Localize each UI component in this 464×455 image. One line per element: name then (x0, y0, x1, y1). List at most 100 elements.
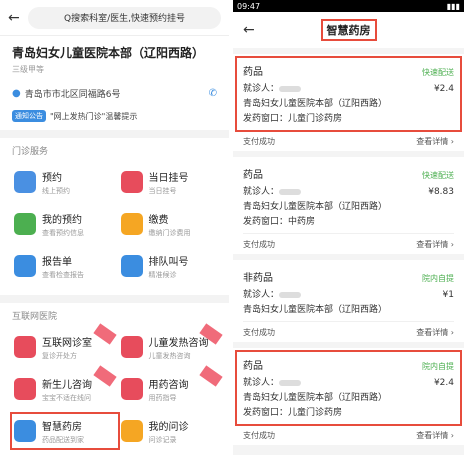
search-input[interactable]: Q搜索科室/医生,快速预约挂号 (28, 6, 221, 29)
pharmacy-orders-panel: 09:47 ▮▮▮ ← 智慧药房 药品 快速配送 就诊人： ¥2.4 青岛妇女儿童医院本… (233, 0, 464, 455)
order-card[interactable]: 药品 快速配送 就诊人： ¥2.4 青岛妇女儿童医院本部（辽阳西路） 发药窗口：儿童门诊药… (233, 54, 464, 151)
top-bar: ← Q搜索科室/医生,快速预约挂号 (0, 0, 229, 36)
service-item[interactable]: 我的问诊 问诊记录 (115, 410, 222, 452)
notice-text: "网上发热门诊"温馨提示 (50, 111, 138, 121)
plus-icon (120, 171, 143, 193)
service-text: 我的预约 查看预约信息 (42, 211, 84, 238)
pill-icon (120, 378, 143, 400)
service-subtitle: 线上预约 (42, 186, 70, 195)
back-arrow-icon[interactable]: ← (243, 22, 257, 38)
service-title: 儿童发热咨询 (148, 337, 209, 349)
service-item[interactable]: 儿童发热咨询 儿童发热咨询 (115, 323, 223, 368)
order-price: ¥1 (442, 290, 454, 300)
view-details-link[interactable]: 查看详情 › (416, 239, 454, 250)
hospital-home-panel: ← Q搜索科室/医生,快速预约挂号 青岛妇女儿童医院本部（辽阳西路） 三级甲等 … (0, 0, 229, 455)
corner-ribbon (92, 365, 117, 387)
payment-status: 支付成功 (243, 137, 275, 146)
search-placeholder: Q搜索科室/医生,快速预约挂号 (64, 14, 185, 24)
order-header: 药品 快速配送 (243, 166, 454, 181)
service-subtitle: 当日挂号 (148, 186, 177, 195)
order-window: 发药窗口：中药房 (243, 217, 316, 227)
highlight-pharmacy (10, 412, 120, 450)
view-details-link[interactable]: 查看详情 › (416, 327, 454, 338)
service-subtitle: 用药指导 (148, 393, 177, 402)
service-item[interactable]: 当日挂号 当日挂号 (115, 161, 222, 203)
service-title: 我的问诊 (148, 421, 189, 433)
service-title: 报告单 (42, 256, 72, 268)
order-status: 快速配送 (422, 171, 454, 180)
patient-label: 就诊人： (243, 184, 302, 197)
blurred-name (279, 188, 302, 195)
service-text: 排队叫号 精准候诊 (149, 253, 189, 280)
hospital-header: 青岛妇女儿童医院本部（辽阳西路） 三级甲等 (0, 36, 229, 75)
speaker-icon (120, 255, 143, 277)
patient-label: 就诊人： (243, 287, 302, 300)
service-subtitle: 缴纳门诊费用 (148, 228, 191, 237)
order-hospital: 青岛妇女儿童医院本部（辽阳西路） (243, 305, 388, 315)
service-item[interactable]: 排队叫号 精准候诊 (115, 245, 222, 287)
section-title-outpatient: 门诊服务 (12, 147, 49, 157)
corner-ribbon (199, 365, 223, 387)
patient-row: 就诊人： ¥8.83 (243, 184, 454, 197)
record-icon (120, 420, 143, 442)
service-title: 当日挂号 (148, 172, 189, 184)
service-subtitle: 宝宝不适在线问 (42, 393, 91, 402)
notice-row[interactable]: 通知公告 "网上发热门诊"温馨提示 (0, 110, 229, 122)
order-card[interactable]: 药品 院内自提 就诊人： ¥2.4 青岛妇女儿童医院本部（辽阳西路） 发药窗口：儿童门诊药… (233, 348, 464, 445)
wallet-icon (120, 213, 143, 235)
service-text: 用药咨询 用药指导 (149, 376, 189, 403)
order-footer: 支付成功 查看详情 › (243, 130, 454, 147)
hospital-grade: 三级甲等 (12, 65, 44, 74)
service-text: 当日挂号 当日挂号 (149, 169, 189, 196)
battery-icon: ▮▮▮ (446, 1, 460, 11)
order-card[interactable]: 非药品 院内自提 就诊人： ¥1 青岛妇女儿童医院本部（辽阳西路） 支付成功 查看详情 › (233, 260, 464, 342)
section-gap (0, 130, 229, 138)
service-subtitle: 问诊记录 (148, 435, 177, 444)
report-icon (14, 255, 36, 277)
service-item[interactable]: 新生儿咨询 宝宝不适在线问 (8, 365, 117, 410)
notice-tag: 通知公告 (12, 110, 46, 122)
highlight-order (235, 56, 462, 132)
service-title: 预约 (42, 172, 62, 184)
address-text: 青岛市市北区同福路6号 (24, 90, 121, 100)
order-kind: 非药品 (243, 273, 273, 284)
service-title: 互联网诊室 (42, 337, 92, 349)
status-time: 09:47 (237, 1, 261, 11)
service-item[interactable]: 互联网诊室 复诊开处方 (8, 323, 117, 368)
service-title: 我的预约 (42, 214, 82, 226)
service-subtitle: 精准候诊 (148, 270, 177, 279)
hospital-name: 青岛妇女儿童医院本部（辽阳西路） (12, 46, 205, 60)
chat-icon (120, 336, 143, 358)
service-text: 互联网诊室 复诊开处方 (42, 334, 92, 361)
view-details-link[interactable]: 查看详情 › (416, 430, 454, 441)
order-list: 药品 快速配送 就诊人： ¥2.4 青岛妇女儿童医院本部（辽阳西路） 发药窗口：儿童门诊药… (233, 54, 464, 445)
order-price: ¥8.83 (428, 187, 454, 197)
service-title: 用药咨询 (148, 379, 189, 391)
address-row[interactable]: ● 青岛市市北区同福路6号 ✆ (0, 87, 229, 100)
calendar-icon (14, 171, 36, 193)
patient-row: 就诊人： ¥1 (243, 287, 454, 300)
order-status: 院内自提 (422, 274, 454, 283)
order-header: 非药品 院内自提 (243, 269, 454, 284)
top-bar: ← 智慧药房 (233, 12, 464, 48)
service-item[interactable]: 预约 线上预约 (8, 161, 115, 203)
view-details-link[interactable]: 查看详情 › (416, 136, 454, 147)
service-text: 报告单 查看检查报告 (42, 253, 84, 280)
section-title-internet: 互联网医院 (12, 312, 58, 322)
service-text: 缴费 缴纳门诊费用 (149, 211, 191, 238)
order-hospital: 青岛妇女儿童医院本部（辽阳西路） (243, 202, 388, 212)
back-arrow-icon[interactable]: ← (8, 10, 22, 26)
service-text: 儿童发热咨询 儿童发热咨询 (149, 334, 209, 361)
payment-status: 支付成功 (243, 431, 275, 440)
service-text: 预约 线上预约 (42, 169, 70, 196)
service-item[interactable]: 我的预约 查看预约信息 (8, 203, 115, 245)
service-item[interactable]: 缴费 缴纳门诊费用 (115, 203, 222, 245)
service-title: 排队叫号 (148, 256, 189, 268)
service-item[interactable]: 用药咨询 用药指导 (115, 365, 223, 410)
service-item[interactable]: 报告单 查看检查报告 (8, 245, 115, 287)
order-card[interactable]: 药品 快速配送 就诊人： ¥8.83 青岛妇女儿童医院本部（辽阳西路） 发药窗口：中药房支… (233, 157, 464, 254)
order-footer: 支付成功 查看详情 › (243, 233, 454, 250)
outpatient-grid: 预约 线上预约 当日挂号 当日挂号 我的预约 查看预约信息 缴费 缴纳门诊费用 报告单 查看检查报… (0, 161, 229, 287)
screenshot-composite: ← Q搜索科室/医生,快速预约挂号 青岛妇女儿童医院本部（辽阳西路） 三级甲等 … (0, 0, 464, 455)
phone-icon[interactable]: ✆ (209, 88, 217, 99)
